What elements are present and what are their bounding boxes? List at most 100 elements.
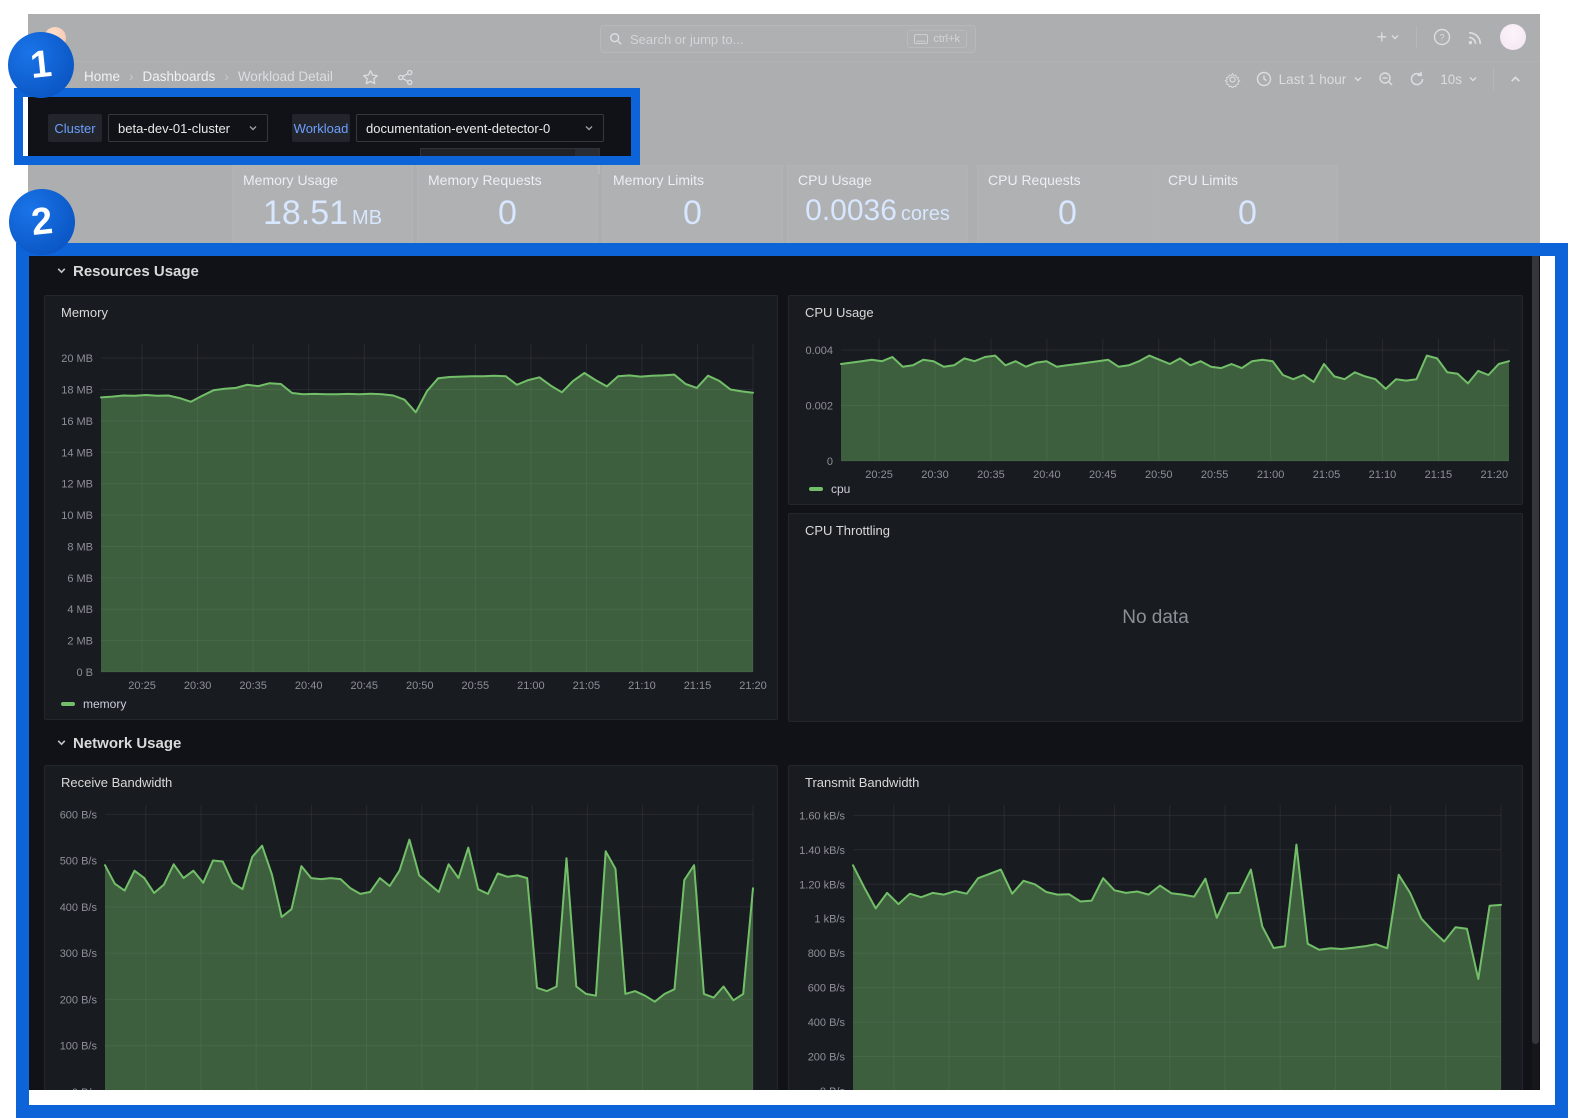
stat-title: CPU Limits [1168, 172, 1238, 188]
receive-chart[interactable]: 0 B/s100 B/s200 B/s300 B/s400 B/s500 B/s… [45, 766, 777, 1090]
legend-swatch [809, 487, 823, 491]
dashboard-settings-icon[interactable] [1224, 71, 1241, 88]
svg-text:21:10: 21:10 [1369, 469, 1397, 481]
svg-text:14 MB: 14 MB [61, 447, 93, 459]
svg-text:20:55: 20:55 [462, 680, 490, 692]
svg-text:200 B/s: 200 B/s [60, 994, 98, 1006]
svg-text:21:15: 21:15 [684, 680, 712, 692]
svg-text:20:50: 20:50 [406, 680, 434, 692]
search-input[interactable]: Search or jump to... ctrl+k [600, 25, 976, 53]
svg-text:10 MB: 10 MB [61, 510, 93, 522]
panel-memory: Memory 0 B2 MB4 MB6 MB8 MB10 MB12 MB14 M… [44, 295, 778, 720]
search-icon [609, 32, 623, 46]
svg-text:1.40 kB/s: 1.40 kB/s [799, 845, 845, 857]
svg-text:800 B/s: 800 B/s [808, 948, 846, 960]
stat-value: 0 [603, 194, 782, 233]
section-network-usage[interactable]: Network Usage [56, 735, 181, 752]
stat-title: CPU Usage [798, 172, 872, 188]
stat-title: CPU Requests [988, 172, 1081, 188]
legend-memory[interactable]: memory [61, 697, 126, 711]
stat-value: 0 [978, 194, 1157, 233]
stat-value: 0 [418, 194, 597, 233]
cluster-variable-label: Cluster [48, 114, 102, 142]
svg-text:0: 0 [827, 456, 833, 468]
svg-text:12 MB: 12 MB [61, 479, 93, 491]
stat-title: Memory Limits [613, 172, 704, 188]
panel-receive-bandwidth: Receive Bandwidth 0 B/s100 B/s200 B/s300… [44, 765, 778, 1090]
workload-variable-select[interactable]: documentation-event-detector-0 [356, 114, 604, 142]
svg-text:0.002: 0.002 [805, 401, 833, 413]
refresh-icon[interactable] [1409, 71, 1425, 87]
svg-text:20:40: 20:40 [295, 680, 323, 692]
svg-text:400 B/s: 400 B/s [60, 902, 98, 914]
stat-value: 0.0036cores [788, 194, 967, 228]
refresh-interval-picker[interactable]: 10s [1440, 72, 1478, 87]
svg-text:?: ? [1439, 33, 1444, 43]
search-placeholder: Search or jump to... [630, 32, 900, 47]
svg-text:20:30: 20:30 [921, 469, 949, 481]
panel-cpu-throttling: CPU Throttling No data [788, 513, 1523, 722]
transmit-chart[interactable]: 0 B/s200 B/s400 B/s600 B/s800 B/s1 kB/s1… [789, 766, 1522, 1090]
svg-text:20:25: 20:25 [865, 469, 893, 481]
panel-cpu-usage: CPU Usage 00.0020.00420:2520:3020:3520:4… [788, 295, 1523, 505]
legend-cpu[interactable]: cpu [809, 482, 850, 496]
news-icon[interactable] [1467, 29, 1484, 46]
scrollbar-thumb[interactable] [1532, 254, 1539, 1044]
svg-text:0 B/s: 0 B/s [820, 1086, 846, 1090]
stat-title: Memory Usage [243, 172, 338, 188]
svg-text:1.20 kB/s: 1.20 kB/s [799, 879, 845, 891]
cpu-chart[interactable]: 00.0020.00420:2520:3020:3520:4020:4520:5… [789, 296, 1522, 504]
chevron-down-icon [248, 121, 258, 136]
share-icon[interactable] [397, 69, 414, 86]
collapse-chevron-icon[interactable] [1509, 73, 1522, 86]
stat-title: Memory Requests [428, 172, 542, 188]
svg-text:20:25: 20:25 [128, 680, 156, 692]
svg-text:21:10: 21:10 [628, 680, 656, 692]
divider [1493, 68, 1494, 90]
section-resources-usage[interactable]: Resources Usage [56, 263, 199, 280]
breadcrumb-current: Workload Detail [238, 69, 333, 84]
breadcrumb-separator: › [224, 69, 229, 84]
svg-text:4 MB: 4 MB [67, 604, 93, 616]
svg-text:600 B/s: 600 B/s [60, 809, 98, 821]
svg-text:20:50: 20:50 [1145, 469, 1173, 481]
breadcrumb-home[interactable]: Home [84, 69, 120, 84]
svg-text:500 B/s: 500 B/s [60, 856, 98, 868]
breadcrumb-separator: › [129, 69, 134, 84]
cluster-variable-select[interactable]: beta-dev-01-cluster [108, 114, 268, 142]
svg-text:20:30: 20:30 [184, 680, 212, 692]
chevron-down-icon [1390, 32, 1400, 42]
stat-panel-memory-usage: Memory Usage 18.51MB [232, 165, 413, 249]
svg-text:20:35: 20:35 [239, 680, 267, 692]
stat-panel-cpu-usage: CPU Usage 0.0036cores [787, 165, 968, 249]
shortcut-badge: ctrl+k [907, 30, 967, 48]
stat-value: 18.51MB [233, 194, 412, 233]
svg-text:8 MB: 8 MB [67, 541, 93, 553]
svg-text:21:05: 21:05 [1313, 469, 1341, 481]
svg-text:16 MB: 16 MB [61, 416, 93, 428]
breadcrumb: Home › Dashboards › Workload Detail [84, 69, 333, 84]
svg-text:1 kB/s: 1 kB/s [814, 914, 845, 926]
add-menu-button[interactable]: + [1376, 27, 1400, 48]
stat-panel-cpu-limits: CPU Limits 0 [1157, 165, 1338, 249]
svg-text:1.60 kB/s: 1.60 kB/s [799, 810, 845, 822]
chevron-down-icon [56, 737, 67, 751]
breadcrumb-row: Home › Dashboards › Workload Detail [28, 62, 1540, 94]
star-icon[interactable] [362, 69, 379, 86]
workload-variable-label: Workload [292, 114, 350, 142]
svg-text:20:45: 20:45 [350, 680, 378, 692]
time-range-picker[interactable]: Last 1 hour [1256, 71, 1364, 87]
chevron-down-icon [56, 265, 67, 279]
zoom-out-icon[interactable] [1378, 71, 1394, 87]
divider [1416, 26, 1417, 48]
stat-panel-memory-requests: Memory Requests 0 [417, 165, 598, 249]
annotated-screenshot: Search or jump to... ctrl+k + ? [0, 0, 1580, 1120]
chevron-down-icon [584, 121, 594, 136]
svg-text:21:15: 21:15 [1425, 469, 1453, 481]
memory-chart[interactable]: 0 B2 MB4 MB6 MB8 MB10 MB12 MB14 MB16 MB1… [45, 296, 777, 719]
svg-text:0 B: 0 B [76, 667, 93, 679]
help-icon[interactable]: ? [1433, 28, 1451, 46]
avatar[interactable] [1500, 24, 1526, 50]
breadcrumb-dashboards[interactable]: Dashboards [143, 69, 216, 84]
keyboard-icon [914, 34, 928, 44]
